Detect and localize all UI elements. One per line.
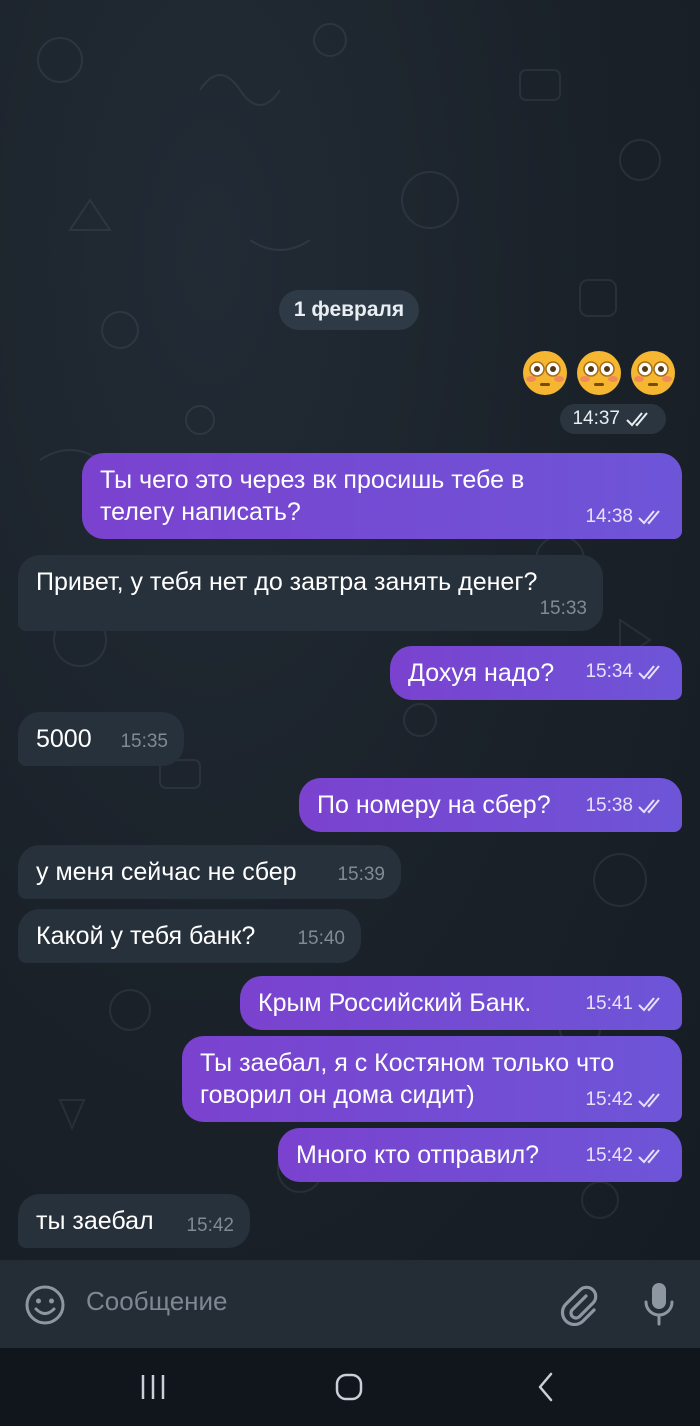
incoming-message[interactable]: 5000 15:35 [18,712,184,766]
message-text: Крым Российский Банк. [258,989,532,1017]
double-check-icon [626,412,648,427]
message-meta: 15:39 [337,859,385,891]
message-text: ты заебал [36,1207,154,1235]
back-icon[interactable] [534,1370,558,1404]
message-time: 15:38 [585,795,633,816]
message-time: 15:40 [297,928,345,949]
message-meta: 15:38 [585,790,666,822]
message-time: 14:38 [585,506,633,527]
outgoing-message[interactable]: Ты чего это через вк просишь тебе в теле… [82,453,682,539]
flushed-face-emoji-icon [631,351,675,395]
system-navigation-bar [0,1348,700,1426]
message-time: 15:34 [585,661,633,682]
message-text: По номеру на сбер? [317,791,551,819]
message-meta: 15:40 [297,923,345,955]
message-text: Ты заебал, я с Костяном только что говор… [200,1049,615,1109]
double-check-icon [638,1149,660,1164]
message-meta: 15:41 [585,988,666,1020]
message-text: Дохуя надо? [408,659,555,687]
message-time: 15:35 [120,731,168,752]
emoji-message-time: 14:37 [560,404,666,434]
incoming-message[interactable]: Привет, у тебя нет до завтра занять дене… [18,555,603,631]
double-check-icon [638,1093,660,1108]
outgoing-message[interactable]: По номеру на сбер? 15:38 [299,778,682,832]
microphone-icon[interactable] [642,1280,676,1328]
message-text: у меня сейчас не сбер [36,858,297,886]
outgoing-message[interactable]: Дохуя надо? 15:34 [390,646,682,700]
message-time: 15:33 [539,598,587,619]
message-time: 15:41 [585,993,633,1014]
message-input[interactable]: Сообщение [86,1286,228,1317]
message-meta: 15:42 [585,1140,666,1172]
double-check-icon [638,997,660,1012]
recent-apps-icon[interactable] [138,1372,168,1402]
date-separator: 1 февраля [279,290,419,330]
double-check-icon [638,510,660,525]
message-time: 14:37 [572,408,620,429]
flushed-face-emoji-icon [523,351,567,395]
message-composer: Сообщение [0,1260,700,1348]
double-check-icon [638,665,660,680]
message-time: 15:42 [585,1089,633,1110]
message-meta: 15:34 [585,656,666,688]
message-text: Много кто отправил? [296,1141,540,1169]
flushed-face-emoji-icon [577,351,621,395]
message-text: Привет, у тебя нет до завтра занять дене… [36,568,538,596]
message-meta: 14:38 [585,501,666,533]
incoming-message[interactable]: ты заебал 15:42 [18,1194,250,1248]
home-icon[interactable] [333,1372,365,1402]
outgoing-message[interactable]: Много кто отправил? 15:42 [278,1128,682,1182]
incoming-message[interactable]: Какой у тебя банк? 15:40 [18,909,361,963]
message-meta: 15:35 [120,726,168,758]
chat-area[interactable]: 1 февраля 14:37 Ты чего это через вк про… [0,0,700,1260]
message-text: Какой у тебя банк? [36,922,256,950]
message-time: 15:42 [186,1215,234,1236]
message-meta: 15:42 [585,1084,666,1116]
outgoing-message[interactable]: Ты заебал, я с Костяном только что говор… [182,1036,682,1122]
message-text: 5000 [36,725,92,753]
outgoing-message[interactable]: Крым Российский Банк. 15:41 [240,976,682,1030]
message-meta: 15:33 [539,593,587,625]
message-time: 15:42 [585,1145,633,1166]
incoming-message[interactable]: у меня сейчас не сбер 15:39 [18,845,401,899]
paperclip-icon[interactable] [556,1282,600,1326]
message-text: Ты чего это через вк просишь тебе в теле… [100,466,525,526]
smiley-icon[interactable] [24,1284,66,1326]
message-time: 15:39 [337,864,385,885]
emoji-message[interactable] [522,350,676,396]
double-check-icon [638,799,660,814]
message-meta: 15:42 [186,1210,234,1242]
